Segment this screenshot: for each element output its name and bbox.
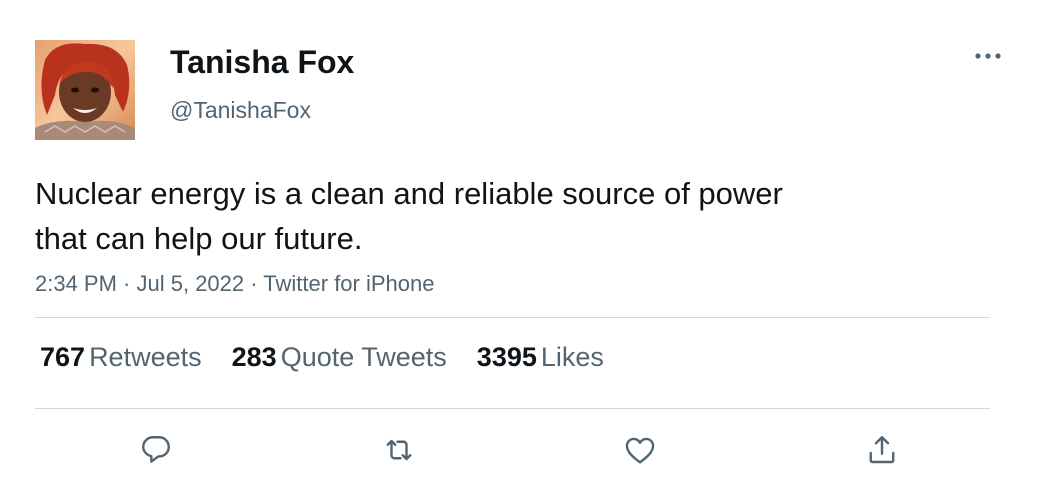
like-button[interactable] — [620, 430, 660, 470]
divider — [35, 317, 990, 318]
likes-label: Likes — [540, 342, 604, 372]
author-handle[interactable]: @TanishaFox — [170, 97, 311, 124]
heart-icon — [625, 437, 655, 464]
retweets-stat[interactable]: 767 Retweets — [40, 342, 202, 373]
tweet-date[interactable]: Jul 5, 2022 — [137, 271, 245, 296]
tweet-text: Nuclear energy is a clean and reliable s… — [35, 176, 783, 256]
reply-icon — [142, 436, 170, 463]
likes-count: 3395 — [476, 342, 537, 372]
quote-tweets-label: Quote Tweets — [280, 342, 447, 372]
divider — [35, 408, 990, 409]
reply-button[interactable] — [136, 430, 176, 470]
retweets-label: Retweets — [89, 342, 202, 372]
quote-tweets-count: 283 — [231, 342, 277, 372]
tweet-source[interactable]: Twitter for iPhone — [263, 271, 434, 296]
meta-separator: · — [116, 271, 137, 296]
more-dots-icon — [975, 53, 1001, 59]
retweet-button[interactable] — [379, 430, 419, 470]
avatar[interactable] — [35, 40, 135, 140]
retweet-icon — [386, 439, 412, 461]
share-button[interactable] — [862, 430, 902, 470]
more-options-button[interactable] — [970, 42, 1006, 70]
tweet: Tanisha Fox @TanishaFox Nuclear energy i… — [0, 0, 1050, 480]
tweet-time[interactable]: 2:34 PM — [35, 271, 117, 296]
quote-tweets-stat[interactable]: 283 Quote Tweets — [232, 342, 447, 373]
tweet-metadata: 2:34 PM · Jul 5, 2022 · Twitter for iPho… — [35, 271, 434, 297]
meta-separator: · — [244, 271, 264, 296]
avatar-image — [35, 40, 135, 140]
likes-stat[interactable]: 3395 Likes — [477, 342, 604, 373]
retweets-count: 767 — [40, 342, 86, 372]
share-icon — [869, 436, 895, 464]
author-display-name[interactable]: Tanisha Fox — [170, 44, 354, 81]
engagement-stats: 767 Retweets 283 Quote Tweets 3395 Likes — [40, 342, 604, 373]
